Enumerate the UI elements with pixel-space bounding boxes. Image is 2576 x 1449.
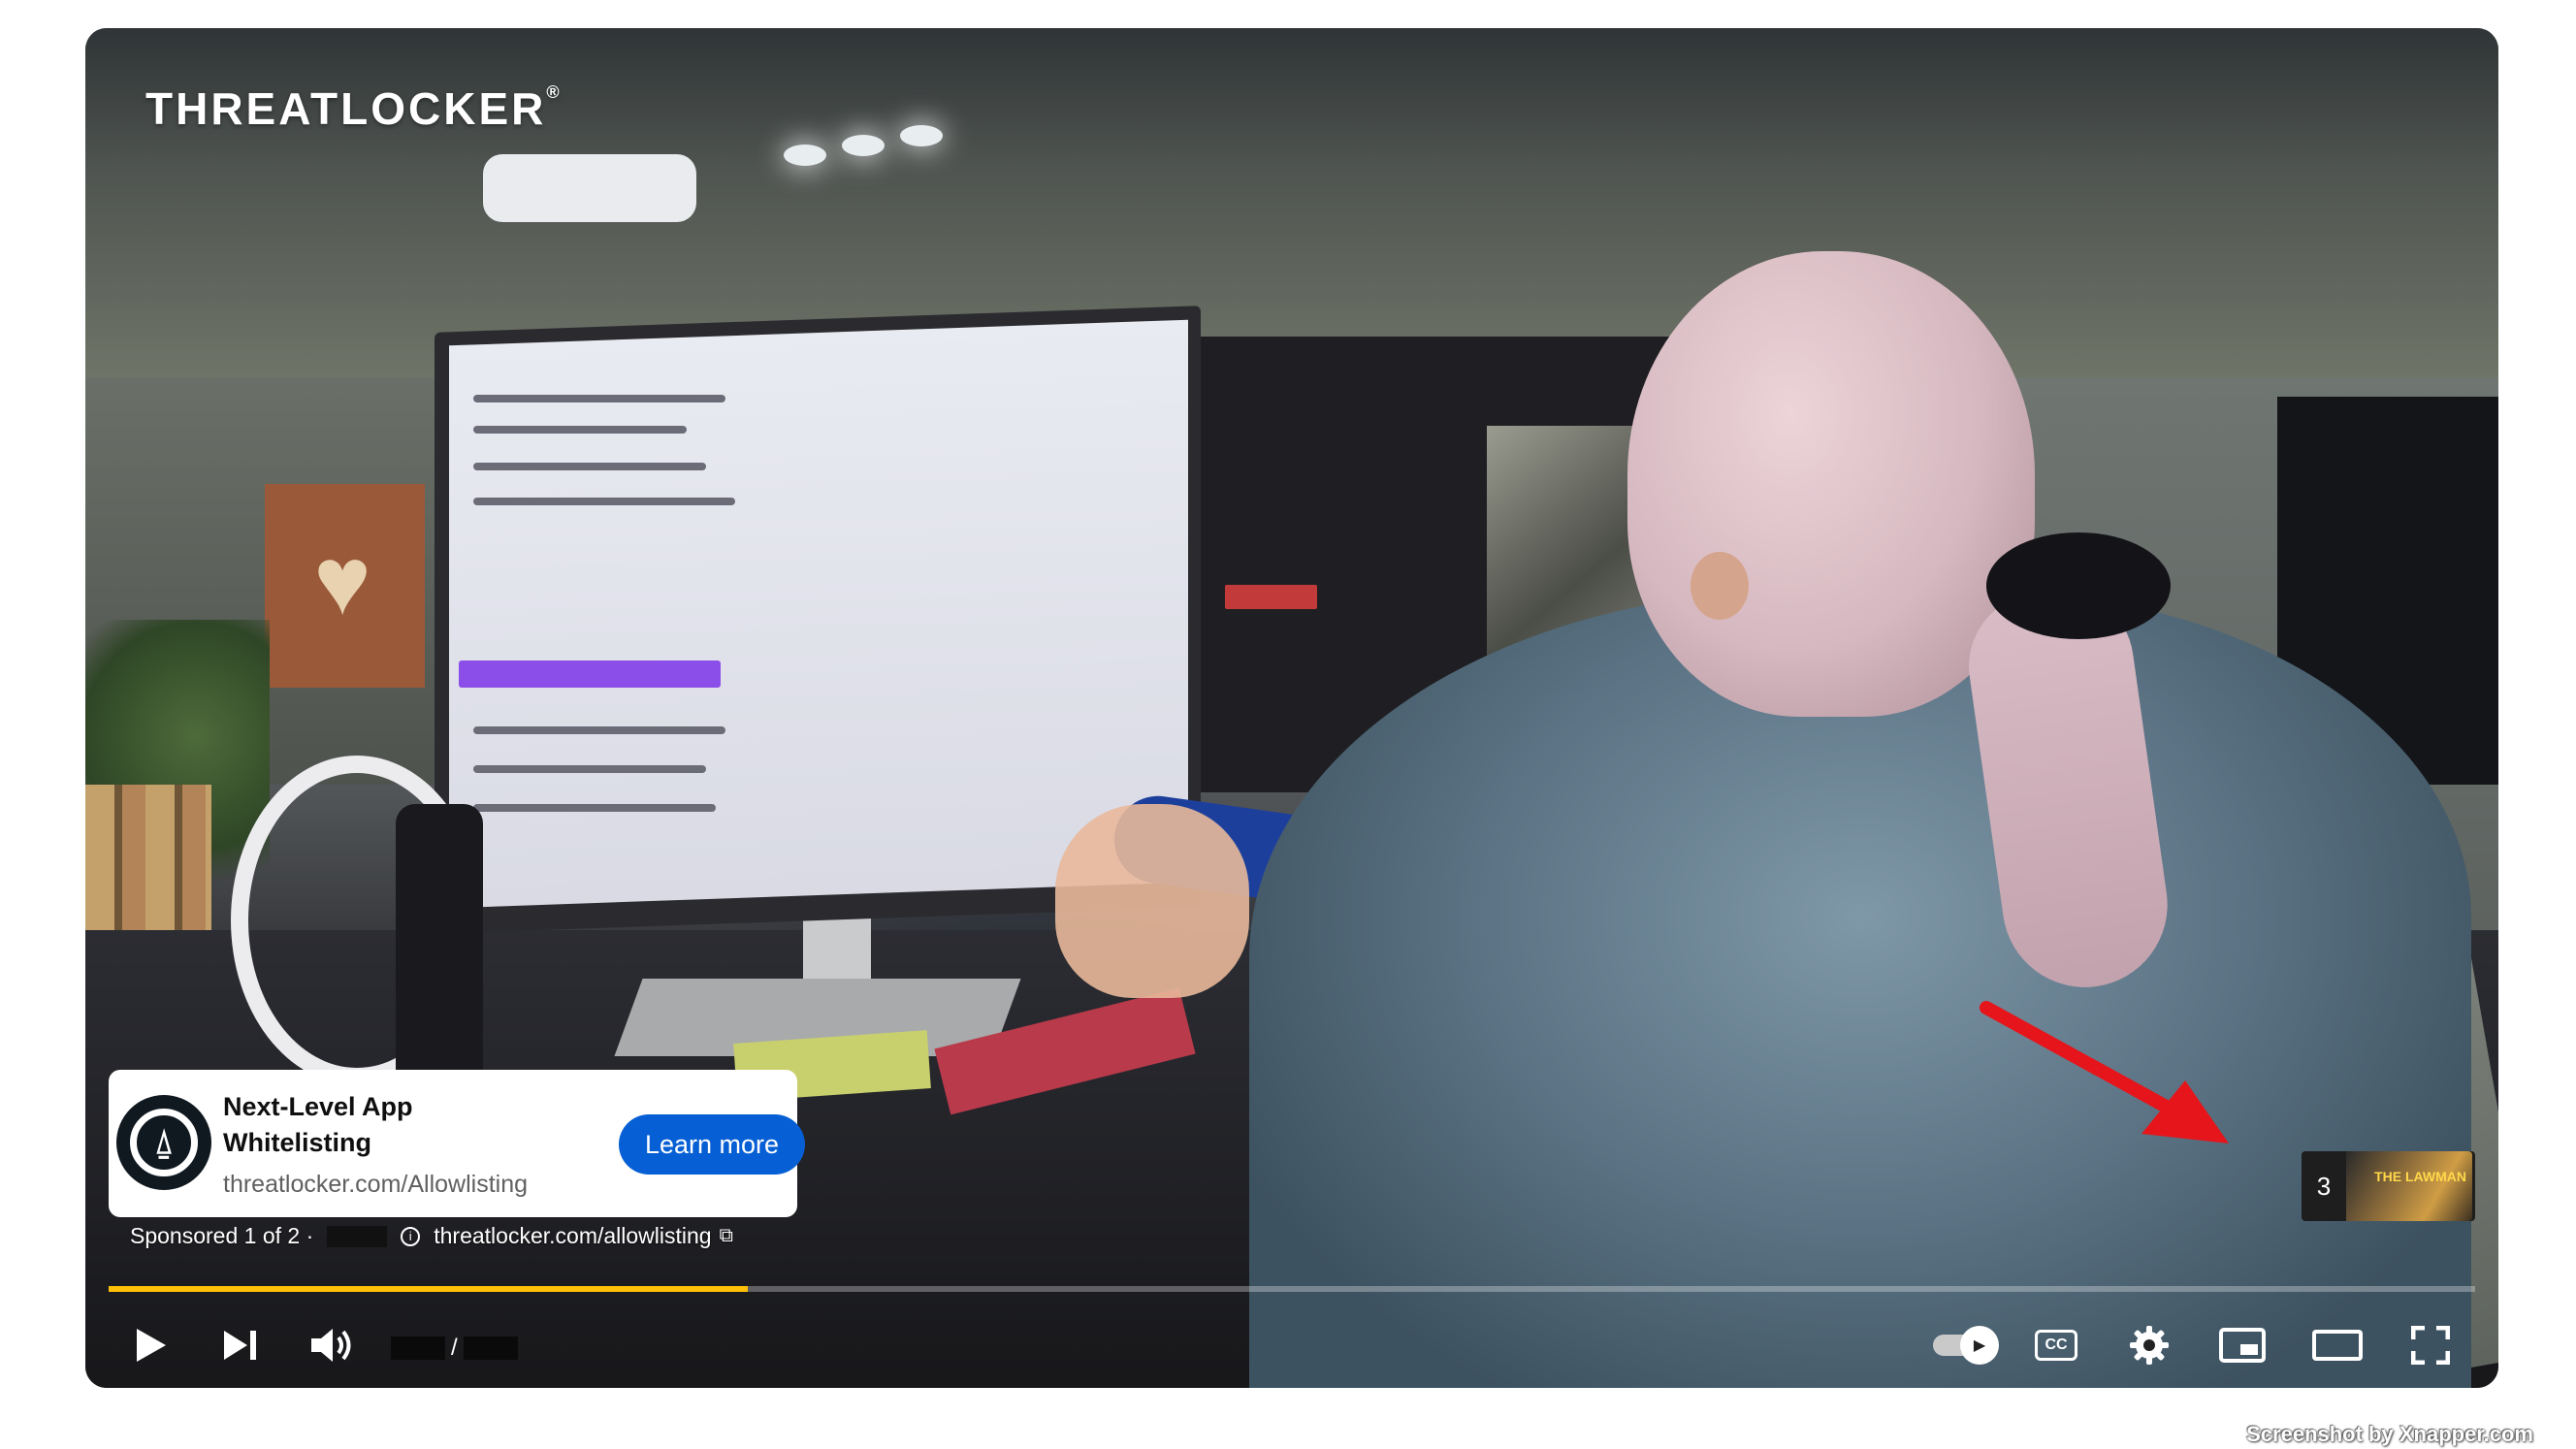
current-time-redacted	[391, 1336, 445, 1360]
ad-card[interactable]: ⍙ Next-Level App Whitelisting threatlock…	[109, 1070, 805, 1217]
phone-mount	[396, 804, 483, 1095]
progress-fill	[109, 1286, 748, 1292]
volume-icon	[311, 1329, 351, 1362]
ceiling-light	[842, 135, 885, 156]
lock-glyph: ⍙	[130, 1109, 198, 1176]
screen-purple-bar	[459, 660, 721, 688]
autoplay-toggle-icon: ▶	[1960, 1326, 1999, 1365]
brand-registered-mark: ®	[546, 82, 563, 102]
background-wall	[85, 28, 2498, 377]
ceiling-light	[784, 145, 826, 166]
volume-button[interactable]	[303, 1318, 361, 1372]
brand-logo-text: THREATLOCKER	[145, 83, 547, 134]
fullscreen-icon	[2411, 1326, 2450, 1365]
screenshot-watermark: Screenshot by Xnapper.com	[2246, 1422, 2533, 1446]
threatlocker-lock-icon[interactable]: ⍙	[116, 1095, 211, 1190]
screen-line	[473, 804, 716, 812]
red-arrow-annotation	[1980, 1001, 2229, 1143]
sponsored-label: Sponsored 1 of 2 ·	[130, 1223, 314, 1248]
next-button[interactable]	[213, 1318, 268, 1372]
hand	[1055, 804, 1249, 998]
ad-url[interactable]: threatlocker.com/Allowlisting	[223, 1171, 528, 1199]
gear-icon	[2130, 1326, 2169, 1365]
screen-line	[473, 463, 706, 470]
next-video-thumb-text: THE LAWMAN	[2374, 1169, 2466, 1184]
learn-more-button[interactable]: Learn more	[619, 1114, 805, 1175]
screen-line	[473, 395, 725, 402]
next-icon	[224, 1331, 256, 1360]
screen-line	[473, 726, 725, 734]
screen-line	[473, 498, 735, 505]
captions-button[interactable]: CC	[2029, 1318, 2083, 1372]
scrunchie	[1986, 532, 2171, 639]
theater-mode-button[interactable]	[2308, 1318, 2367, 1372]
fullscreen-button[interactable]	[2403, 1318, 2458, 1372]
sponsored-row: Sponsored 1 of 2 · i threatlocker.com/al…	[130, 1223, 733, 1249]
miniplayer-button[interactable]	[2215, 1318, 2270, 1372]
monitor-red-button	[1225, 585, 1317, 609]
settings-button[interactable]	[2122, 1318, 2176, 1372]
time-display: /	[391, 1335, 518, 1361]
cc-icon: CC	[2035, 1330, 2077, 1361]
next-video-thumbnail[interactable]: THE LAWMAN	[2346, 1151, 2472, 1221]
heart-decoration: ♥	[313, 527, 371, 635]
sponsor-link[interactable]: threatlocker.com/allowlisting	[434, 1223, 711, 1249]
play-icon	[137, 1329, 166, 1362]
monitor-arm	[483, 154, 696, 222]
next-video-chip[interactable]: 3 THE LAWMAN	[2302, 1151, 2475, 1221]
ad-countdown-redacted	[327, 1225, 388, 1247]
duration-redacted	[463, 1336, 518, 1360]
time-separator: /	[451, 1335, 458, 1361]
autoplay-toggle[interactable]: ▶	[1918, 1318, 2006, 1372]
miniplayer-icon	[2219, 1328, 2266, 1363]
video-player[interactable]: ♥ THREATLOCKER® 3 THE LAWMAN ⍙ Next-Leve…	[85, 28, 2498, 1388]
monitor-left-screen	[449, 319, 1188, 909]
ad-title[interactable]: Next-Level App Whitelisting	[223, 1089, 543, 1161]
autoplay-toggle-track: ▶	[1933, 1326, 1999, 1365]
info-icon[interactable]: i	[401, 1226, 421, 1246]
external-link-icon[interactable]: ⧉	[720, 1225, 733, 1247]
control-bar: / ▶ CC	[85, 1306, 2498, 1388]
screen-line	[473, 426, 687, 434]
screen-line	[473, 765, 706, 773]
theater-mode-icon	[2312, 1330, 2363, 1361]
progress-bar[interactable]	[109, 1286, 2475, 1292]
ceiling-light	[900, 125, 943, 146]
brand-logo: THREATLOCKER®	[145, 82, 563, 135]
next-video-count: 3	[2316, 1171, 2332, 1201]
play-button[interactable]	[124, 1318, 178, 1372]
ear	[1690, 552, 1749, 620]
